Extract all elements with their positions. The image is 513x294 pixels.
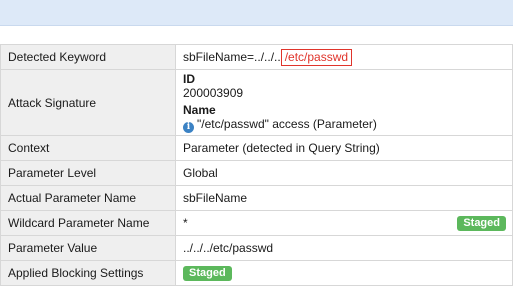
applied-blocking-settings-cell: Staged <box>175 260 513 286</box>
table-row: Wildcard Parameter Name * Staged <box>0 210 513 236</box>
parameter-level-label: Parameter Level <box>0 160 176 186</box>
detected-keyword-value: sbFileName=../../../etc/passwd <box>175 44 513 70</box>
signature-name-title: Name <box>183 103 216 117</box>
signature-id-title: ID <box>183 72 195 86</box>
parameter-level-value: Global <box>175 160 513 186</box>
spacer <box>0 26 513 44</box>
table-row: Context Parameter (detected in Query Str… <box>0 135 513 161</box>
staged-badge: Staged <box>183 266 232 281</box>
context-value: Parameter (detected in Query String) <box>175 135 513 161</box>
top-bar <box>0 0 513 26</box>
attack-signature-value: ID 200003909 Name i "/etc/passwd" access … <box>175 69 513 136</box>
staged-badge: Staged <box>457 216 506 231</box>
table-row: Parameter Value ../../../etc/passwd <box>0 235 513 261</box>
applied-blocking-settings-label: Applied Blocking Settings <box>0 260 176 286</box>
signature-id-value: 200003909 <box>183 86 244 100</box>
context-label: Context <box>0 135 176 161</box>
wildcard-parameter-name-cell: * Staged <box>175 210 513 236</box>
detected-keyword-label: Detected Keyword <box>0 44 176 70</box>
info-icon[interactable]: i <box>183 122 194 133</box>
wildcard-parameter-name-label: Wildcard Parameter Name <box>0 210 176 236</box>
table-row: Detected Keyword sbFileName=../../../etc… <box>0 44 513 70</box>
actual-parameter-name-label: Actual Parameter Name <box>0 185 176 211</box>
table-row: Parameter Level Global <box>0 160 513 186</box>
attack-signature-label: Attack Signature <box>0 69 176 136</box>
parameter-value-label: Parameter Value <box>0 235 176 261</box>
table-row: Applied Blocking Settings Staged <box>0 260 513 286</box>
keyword-prefix: sbFileName=../../.. <box>183 49 281 64</box>
violation-details-table: Detected Keyword sbFileName=../../../etc… <box>0 44 513 286</box>
table-row: Attack Signature ID 200003909 Name i "/et… <box>0 69 513 136</box>
wildcard-parameter-name-value: * <box>183 216 188 230</box>
signature-name-value: "/etc/passwd" access (Parameter) <box>197 117 377 131</box>
actual-parameter-name-value: sbFileName <box>175 185 513 211</box>
parameter-value-value: ../../../etc/passwd <box>175 235 513 261</box>
table-row: Actual Parameter Name sbFileName <box>0 185 513 211</box>
signature-name-row: i "/etc/passwd" access (Parameter) <box>183 117 505 133</box>
keyword-highlight: /etc/passwd <box>280 48 353 66</box>
